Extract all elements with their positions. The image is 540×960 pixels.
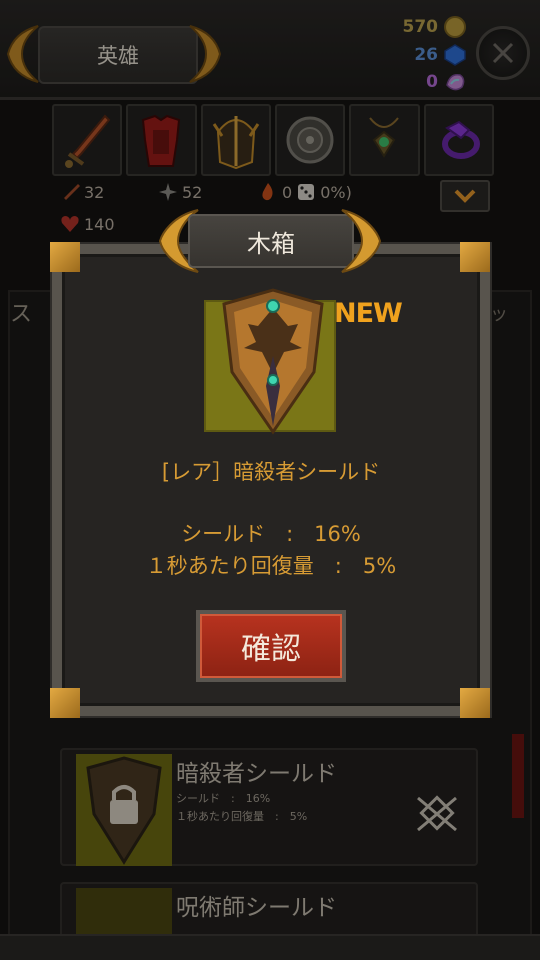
new-badge: NEW — [334, 298, 403, 329]
corner-ornament — [50, 242, 80, 272]
wing-ornament-icon — [341, 209, 382, 273]
reward-stat-shield: シールド : 16% — [181, 522, 361, 546]
reward-item-name: [レア］暗殺者シールド — [161, 460, 381, 484]
corner-ornament — [460, 688, 490, 718]
dialog-title: 木箱 — [188, 214, 354, 268]
corner-ornament — [460, 242, 490, 272]
reward-stat-regen: １秒あたり回復量 : 5% — [145, 554, 397, 578]
confirm-button[interactable]: 確認 — [196, 610, 346, 682]
assassin-shield-icon — [222, 288, 324, 435]
corner-ornament — [50, 688, 80, 718]
